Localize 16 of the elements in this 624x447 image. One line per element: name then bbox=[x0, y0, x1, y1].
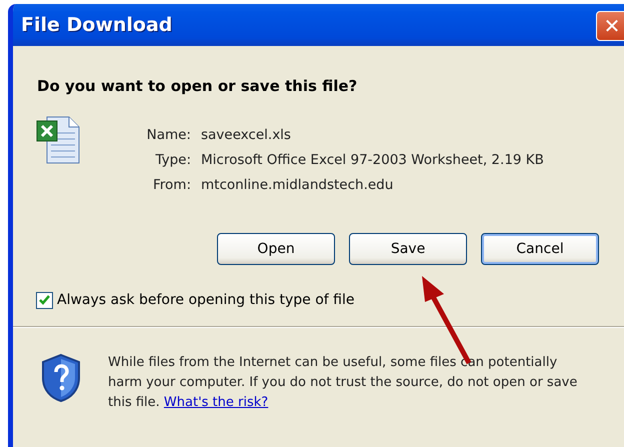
dialog-button[interactable]: Cancel bbox=[481, 233, 599, 266]
question-text: Do you want to open or save this file? bbox=[37, 76, 358, 97]
field-label: Name: bbox=[146, 126, 191, 144]
window-title: File Download bbox=[21, 12, 172, 38]
security-shield-icon bbox=[39, 353, 83, 404]
close-button[interactable]: ✕ bbox=[596, 11, 624, 41]
checkbox[interactable] bbox=[36, 292, 53, 310]
field-value: Microsoft Office Excel 97-2003 Worksheet, 2.19 KB bbox=[201, 150, 544, 170]
dialog-button[interactable]: Save bbox=[349, 233, 467, 266]
dialog-button[interactable]: Open bbox=[217, 233, 335, 266]
checkbox-label: Always ask before opening this type of file bbox=[57, 291, 354, 310]
risk-link[interactable]: What's the risk? bbox=[164, 395, 268, 410]
field-value: mtconline.midlandstech.edu bbox=[201, 176, 394, 195]
field-label: From: bbox=[152, 176, 191, 195]
field-label: Type: bbox=[154, 150, 191, 170]
field-value: saveexcel.xls bbox=[201, 126, 292, 144]
